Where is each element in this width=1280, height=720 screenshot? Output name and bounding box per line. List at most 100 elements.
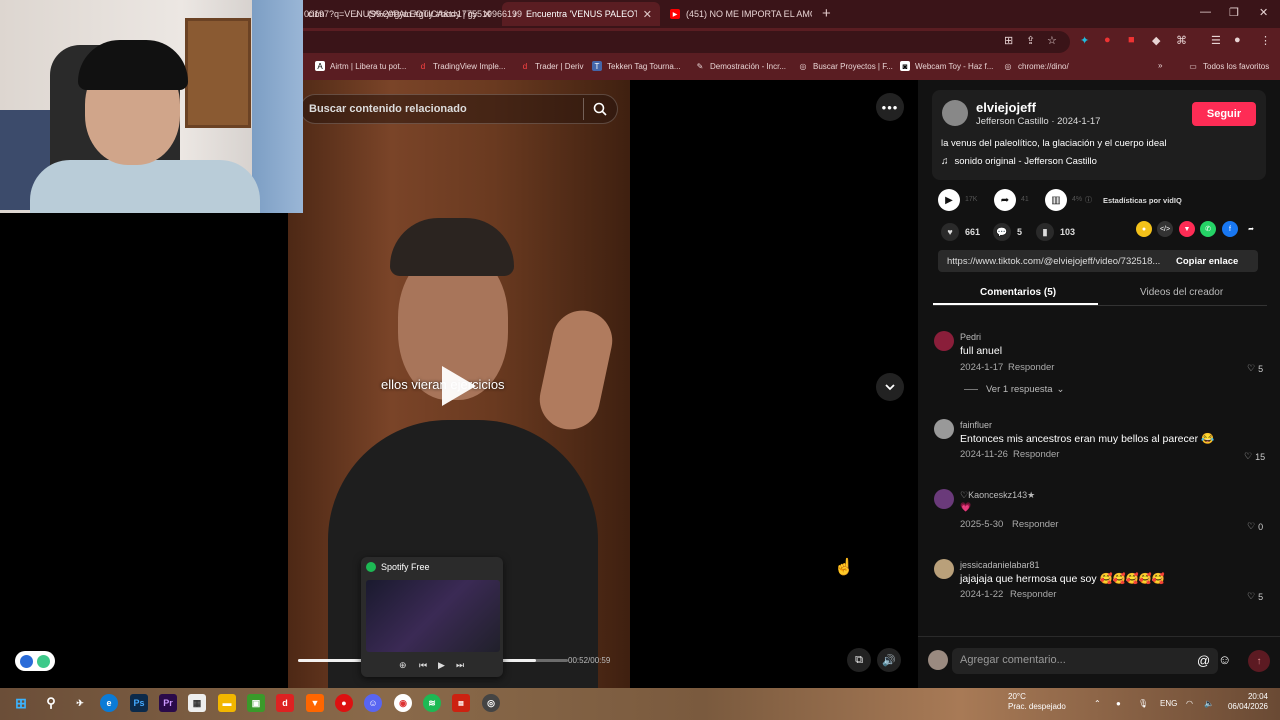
whatsapp-icon[interactable]: ✆ (1200, 221, 1216, 237)
emoji-icon[interactable]: ☺ (1218, 652, 1231, 667)
follow-button[interactable]: Seguir (1192, 102, 1256, 126)
tray-app-icon[interactable]: ● (1116, 699, 1121, 708)
profile-icon[interactable]: ● (1234, 34, 1241, 46)
post-sound[interactable]: ♫ sonido original - Jefferson Castillo (941, 156, 1097, 167)
copy-link-button[interactable]: Copiar enlace (1176, 256, 1238, 267)
save-counter[interactable]: ▮ 103 (1036, 223, 1075, 241)
bookmark-item[interactable]: d TradingView Imple... (418, 61, 506, 71)
floating-player-button[interactable]: ⧉ (847, 648, 871, 672)
menu-icon[interactable]: ⋮ (1260, 34, 1271, 47)
folder-icon[interactable]: ▬ (218, 694, 236, 712)
spotify-thumbnail[interactable] (366, 580, 500, 652)
info-icon[interactable]: ⓘ (1085, 195, 1092, 205)
wifi-icon[interactable]: ◠ (1186, 699, 1193, 708)
reply-button[interactable]: Responder (1012, 519, 1058, 530)
comment-like[interactable]: ♡ 5 (1247, 363, 1263, 374)
more-bookmarks-icon[interactable]: » (1158, 61, 1162, 70)
share-arrow-icon[interactable]: ➦ (1243, 221, 1259, 237)
send-to-friends-icon[interactable]: ▼ (1179, 221, 1195, 237)
discord-icon[interactable]: ☺ (364, 694, 382, 712)
new-tab-button[interactable]: + (822, 5, 831, 22)
deriv-icon[interactable]: d (276, 694, 294, 712)
reading-list-icon[interactable]: ☰ (1211, 34, 1221, 47)
obs-icon[interactable]: ◎ (482, 694, 500, 712)
tab-3[interactable]: ▶ (451) NO ME IMPORTA EL AMO (662, 2, 820, 26)
share-link[interactable]: https://www.tiktok.com/@elviejojeff/vide… (947, 256, 1172, 267)
previous-icon[interactable]: ⏮ (419, 660, 427, 671)
add-icon[interactable]: ⊕ (399, 660, 407, 671)
all-bookmarks[interactable]: ▭ Todos los favoritos (1188, 61, 1269, 71)
reply-button[interactable]: Responder (1010, 589, 1056, 600)
comment-username[interactable]: Pedri (960, 332, 981, 342)
cast-icon[interactable]: ⇪ (1026, 34, 1035, 47)
reply-button[interactable]: Responder (1008, 362, 1054, 373)
tray-mic-icon[interactable]: 🎙 (1138, 699, 1148, 708)
like-counter[interactable]: ♥ 661 (941, 223, 980, 241)
widget-pill[interactable] (15, 651, 55, 671)
files-icon[interactable]: ✈ (71, 694, 89, 712)
comment-like[interactable]: ♡ 5 (1247, 591, 1263, 602)
view-replies-button[interactable]: Ver 1 respuesta ⌄ (964, 384, 1065, 395)
restore-icon[interactable]: ❐ (1229, 6, 1239, 19)
calculator-icon[interactable]: ▦ (188, 694, 206, 712)
close-window-icon[interactable]: ✕ (1259, 6, 1268, 19)
comment-avatar[interactable] (934, 331, 954, 351)
extension-icon[interactable]: ■ (1128, 34, 1135, 46)
next-video-button[interactable] (876, 373, 904, 401)
app-icon[interactable]: ● (335, 694, 353, 712)
close-tab-icon[interactable]: ✕ (643, 8, 652, 21)
tab-2[interactable]: ♪ Encuentra 'VENUS PALEOTICA' ✕ (502, 2, 660, 26)
next-icon[interactable]: ⏭ (456, 660, 464, 671)
bookmark-item[interactable]: T Tekken Tag Tourna... (592, 61, 681, 71)
tray-chevron-icon[interactable]: ⌃ (1094, 699, 1101, 708)
comment-counter[interactable]: 💬 5 (993, 223, 1022, 241)
premiere-icon[interactable]: Pr (159, 694, 177, 712)
comment-username[interactable]: jessicadanielabar81 (960, 560, 1040, 570)
system-clock[interactable]: 20:04 06/04/2026 (1226, 692, 1268, 712)
search-icon[interactable]: ⚲ (42, 694, 60, 712)
embed-icon[interactable]: </> (1157, 221, 1173, 237)
tab-creator-videos[interactable]: Videos del creador (1140, 287, 1223, 298)
volume-button[interactable]: 🔊 (877, 648, 901, 672)
author-username[interactable]: elviejojeff (976, 100, 1036, 115)
chrome-icon[interactable]: ◉ (394, 694, 412, 712)
start-icon[interactable]: ⊞ (12, 694, 30, 712)
bookmark-item[interactable]: d Trader | Deriv (520, 61, 584, 71)
comment-like[interactable]: ♡ 15 (1244, 451, 1265, 462)
bookmark-item[interactable]: A Airtm | Libera tu pot... (315, 61, 406, 71)
edge-icon[interactable]: e (100, 694, 118, 712)
comment-avatar[interactable] (934, 559, 954, 579)
extension-icon[interactable]: ✦ (1080, 34, 1089, 47)
comment-like[interactable]: ♡ 0 (1247, 521, 1263, 532)
bookmark-item[interactable]: ◎ chrome://dino/ (1003, 61, 1069, 71)
bookmark-item[interactable]: ◙ Webcam Toy - Haz f... (900, 61, 993, 71)
facebook-icon[interactable]: f (1222, 221, 1238, 237)
comment-avatar[interactable] (934, 419, 954, 439)
bookmark-item[interactable]: ✎ Demostración - Incr... (695, 61, 786, 71)
tab-comments[interactable]: Comentarios (5) (980, 287, 1056, 298)
coin-icon[interactable]: ● (1136, 221, 1152, 237)
minimize-icon[interactable]: — (1200, 6, 1211, 18)
weather-widget[interactable]: 20°C Prac. despejado (1008, 692, 1066, 712)
more-options-button[interactable]: ••• (876, 93, 904, 121)
url-text[interactable]: 00197?q=VENUS%20PALEOTICA&t=177551996619… (304, 9, 522, 19)
comment-username[interactable]: ♡Kaonceskz143★ (960, 490, 1035, 501)
photoshop-icon[interactable]: Ps (130, 694, 148, 712)
reply-button[interactable]: Responder (1013, 449, 1059, 460)
comment-username[interactable]: fainfluer (960, 420, 992, 430)
spotify-icon[interactable]: ≋ (423, 694, 441, 712)
bookmark-star-icon[interactable]: ☆ (1047, 34, 1057, 47)
bookmark-item[interactable]: ◎ Buscar Proyectos | F... (798, 61, 893, 71)
translate-icon[interactable]: ⊞ (1004, 34, 1013, 47)
extension-icon[interactable]: ◆ (1152, 34, 1160, 47)
play-icon[interactable] (442, 366, 476, 406)
app-icon[interactable]: ▤ (452, 694, 470, 712)
mention-icon[interactable]: @ (1197, 653, 1210, 668)
volume-icon[interactable]: 🔈 (1204, 699, 1214, 708)
omnibox[interactable] (290, 31, 1070, 53)
brave-icon[interactable]: ▼ (306, 694, 324, 712)
puzzle-icon[interactable]: ⌘ (1176, 34, 1187, 47)
language-indicator[interactable]: ENG (1160, 699, 1177, 708)
minecraft-icon[interactable]: ▣ (247, 694, 265, 712)
play-icon[interactable]: ▶ (438, 660, 445, 671)
